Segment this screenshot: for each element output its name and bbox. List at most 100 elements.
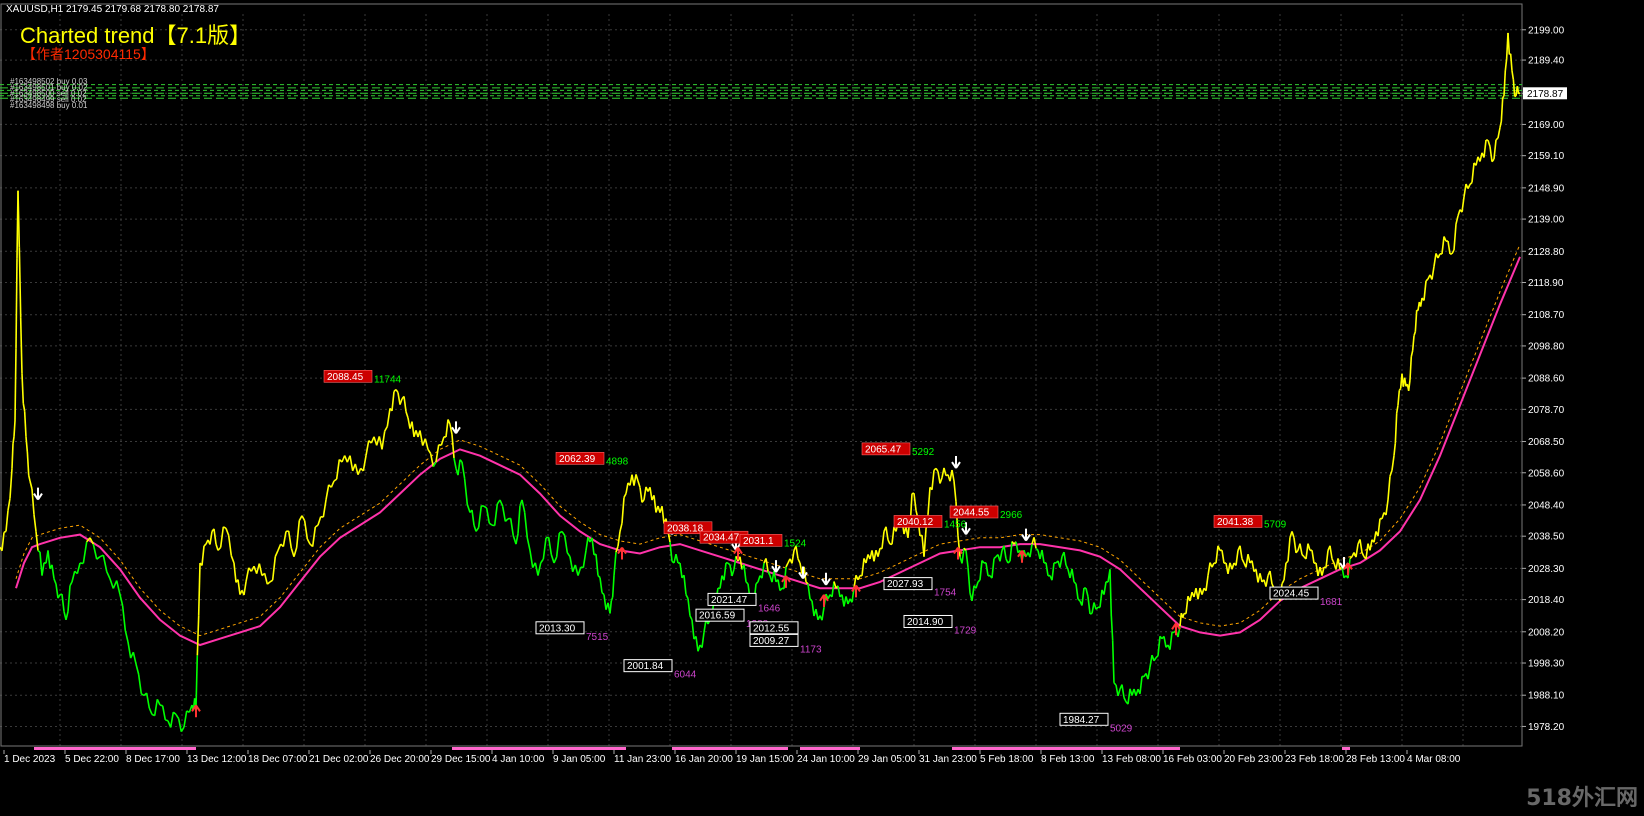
time-axis-label: 16 Jan 20:00 xyxy=(675,754,733,765)
price-segment xyxy=(11,443,14,469)
price-segment xyxy=(807,583,811,600)
swing-low-count: 6044 xyxy=(674,670,697,681)
price-segment xyxy=(547,537,553,555)
price-segment xyxy=(993,556,997,560)
price-segment xyxy=(523,512,529,539)
price-segment xyxy=(14,348,17,422)
price-axis-label: 2078.70 xyxy=(1528,405,1565,416)
price-segment xyxy=(1355,543,1359,558)
price-segment xyxy=(403,396,407,412)
price-segment xyxy=(777,579,781,591)
price-segment xyxy=(601,592,605,596)
price-segment xyxy=(537,562,542,576)
price-segment xyxy=(1471,162,1475,183)
price-segment xyxy=(1373,531,1377,543)
price-segment xyxy=(1269,570,1273,585)
price-segment xyxy=(39,552,43,576)
swing-high-count: 1456 xyxy=(944,519,967,530)
price-segment xyxy=(25,436,29,452)
price-segment xyxy=(132,652,137,665)
price-segment xyxy=(161,705,167,721)
price-segment xyxy=(1487,139,1491,147)
price-segment xyxy=(445,419,449,438)
price-segment xyxy=(643,486,647,501)
time-axis-label: 5 Feb 18:00 xyxy=(980,754,1034,765)
price-segment xyxy=(1235,550,1239,566)
price-segment xyxy=(243,581,247,596)
price-segment xyxy=(927,487,931,515)
price-segment xyxy=(610,596,614,602)
price-segment xyxy=(755,581,759,585)
price-segment xyxy=(1153,657,1157,662)
swing-low-price: 2013.30 xyxy=(539,623,576,634)
price-segment xyxy=(757,575,761,583)
price-segment xyxy=(623,493,627,498)
price-segment xyxy=(695,636,699,652)
price-segment xyxy=(935,467,939,472)
price-segment xyxy=(689,615,693,621)
price-chart[interactable]: 2088.45117442062.3948982038.182034.47234… xyxy=(0,0,1644,816)
price-segment xyxy=(613,552,617,576)
price-segment xyxy=(1497,127,1501,139)
swing-labels: 2088.45117442062.3948982038.182034.47234… xyxy=(323,370,1343,734)
price-axis[interactable]: 2199.00 2189.40 2178.87 2169.00 2159.10 2148.… xyxy=(1522,25,1567,733)
time-axis-label: 13 Feb 08:00 xyxy=(1102,754,1161,765)
price-segment xyxy=(317,516,322,526)
price-segment xyxy=(797,558,801,564)
price-segment xyxy=(1291,531,1295,539)
price-segment xyxy=(1139,676,1143,694)
price-segment xyxy=(493,503,499,526)
price-segment xyxy=(967,567,971,593)
price-segment xyxy=(727,562,731,566)
price-segment xyxy=(1,532,5,551)
price-axis-label: 2159.10 xyxy=(1528,151,1565,162)
price-segment xyxy=(127,641,132,659)
price-segment xyxy=(1093,602,1097,610)
price-segment xyxy=(733,556,737,570)
price-segment xyxy=(121,605,127,631)
price-segment xyxy=(1201,587,1205,595)
price-segment xyxy=(701,632,705,648)
price-segment xyxy=(282,531,287,547)
moving-average-band-line xyxy=(15,244,1521,637)
price-segment xyxy=(1425,278,1429,282)
price-segment xyxy=(335,459,341,480)
price-segment xyxy=(1457,209,1461,217)
price-segment xyxy=(765,558,769,572)
price-segment xyxy=(314,524,319,528)
sell-arrow-icon xyxy=(821,572,831,586)
price-segment xyxy=(1377,518,1381,537)
price-axis-label: 2169.00 xyxy=(1528,120,1565,131)
time-axis[interactable]: 1 Dec 2023 5 Dec 22:00 8 Dec 17:00 13 Dec 1… xyxy=(3,747,1461,765)
time-axis-label: 11 Jan 23:00 xyxy=(614,754,672,765)
price-segment xyxy=(1507,32,1511,55)
price-segment xyxy=(577,566,582,576)
price-segment xyxy=(1077,598,1081,602)
price-segment xyxy=(1110,615,1114,641)
price-segment xyxy=(939,477,943,484)
price-segment xyxy=(5,510,9,532)
chart-window[interactable]: 2088.45117442062.3948982038.182034.47234… xyxy=(0,0,1644,816)
price-segment xyxy=(230,555,235,564)
price-segment xyxy=(985,562,989,576)
price-segment xyxy=(609,600,613,614)
price-segment xyxy=(509,518,515,536)
swing-low-price: 2012.55 xyxy=(753,623,790,634)
price-segment xyxy=(635,474,639,482)
price-segment xyxy=(65,611,69,620)
session-bar xyxy=(952,747,1180,750)
price-segment xyxy=(47,550,51,569)
price-segment xyxy=(1051,562,1055,581)
price-segment xyxy=(687,598,691,616)
price-segment xyxy=(913,493,917,511)
price-segment xyxy=(1369,539,1373,551)
price-segment xyxy=(109,578,115,589)
price-segment xyxy=(23,411,27,437)
price-segment xyxy=(1111,640,1115,683)
price-segment xyxy=(21,373,25,404)
price-segment xyxy=(453,457,457,469)
price-segment xyxy=(1185,596,1189,614)
price-segment xyxy=(1397,390,1401,406)
time-axis-label: 5 Dec 22:00 xyxy=(65,754,119,765)
price-segment xyxy=(550,554,555,564)
